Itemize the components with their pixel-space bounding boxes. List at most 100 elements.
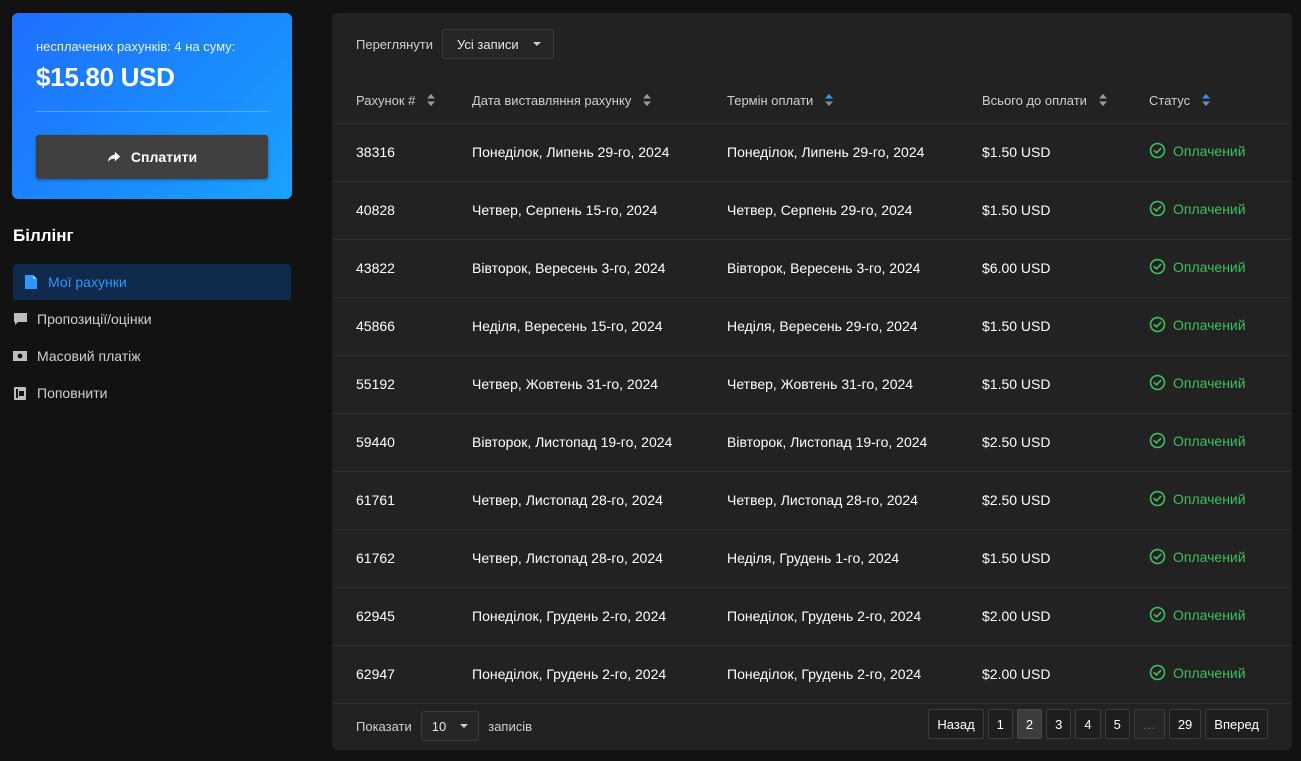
due-date-cell: Понеділок, Грудень 2-го, 2024 (727, 645, 982, 704)
total-cell: $2.50 USD (982, 413, 1149, 472)
total-cell: $2.50 USD (982, 471, 1149, 530)
column-header-label: Статус (1149, 92, 1191, 108)
table-row[interactable]: 45866 Неділя, Вересень 15-го, 2024 Неділя,… (332, 297, 1292, 356)
due-date-cell: Четвер, Жовтень 31-го, 2024 (727, 355, 982, 414)
table-row[interactable]: 59440 Вівторок, Листопад 19-го, 2024 Вівто… (332, 413, 1292, 472)
issue-date-cell: Вівторок, Листопад 19-го, 2024 (472, 413, 727, 472)
column-header-label: Дата виставляння рахунку (472, 92, 632, 108)
status-label: Оплачений (1173, 374, 1246, 391)
table-row[interactable]: 61762 Четвер, Листопад 28-го, 2024 Неділя,… (332, 529, 1292, 588)
due-date-cell: Вівторок, Листопад 19-го, 2024 (727, 413, 982, 472)
page-size-select[interactable]: 10 (420, 711, 480, 741)
due-date-cell: Четвер, Серпень 29-го, 2024 (727, 181, 982, 240)
status-label: Оплачений (1173, 664, 1246, 681)
status-label: Оплачений (1173, 490, 1246, 507)
filter-select[interactable]: Усі записи (442, 29, 554, 59)
table-row[interactable]: 62945 Понеділок, Грудень 2-го, 2024 Понеді… (332, 587, 1292, 646)
status-label: Оплачений (1173, 432, 1246, 449)
total-cell: $2.00 USD (982, 645, 1149, 704)
check-circle-icon (1149, 374, 1166, 391)
money-icon (13, 349, 27, 363)
invoice-number-cell[interactable]: 61761 (332, 471, 472, 530)
column-header-due-date[interactable]: Термін оплати (727, 79, 982, 124)
column-header-invoice-number[interactable]: Рахунок # (332, 79, 472, 124)
page-button-5[interactable]: 5 (1104, 709, 1130, 739)
issue-date-cell: Понеділок, Грудень 2-го, 2024 (472, 587, 727, 646)
status-cell: Оплачений (1149, 413, 1292, 472)
status-badge: Оплачений (1149, 432, 1246, 449)
invoice-number-cell[interactable]: 62947 (332, 645, 472, 704)
invoices-table: Рахунок # Дата виставляння рахунку Термі… (332, 79, 1292, 704)
records-label: записів (488, 718, 533, 734)
table-footer: Показати 10 записів Назад 1 2 3 4 5… 29 Вперед (356, 709, 1268, 742)
page-size-row: Показати 10 записів (356, 710, 532, 742)
status-cell: Оплачений (1149, 123, 1292, 182)
column-header-label: Рахунок # (356, 92, 416, 108)
table-row[interactable]: 40828 Четвер, Серпень 15-го, 2024 Четвер, … (332, 181, 1292, 240)
table-row[interactable]: 62947 Понеділок, Грудень 2-го, 2024 Понеді… (332, 645, 1292, 704)
table-row[interactable]: 38316 Понеділок, Липень 29-го, 2024 Понеді… (332, 123, 1292, 182)
check-circle-icon (1149, 606, 1166, 623)
sidebar-item-label: Поповнити (37, 385, 108, 401)
status-label: Оплачений (1173, 200, 1246, 217)
sort-icon (642, 93, 651, 109)
column-header-total[interactable]: Всього до оплати (982, 79, 1149, 124)
page-button-29[interactable]: 29 (1168, 709, 1202, 739)
status-cell: Оплачений (1149, 355, 1292, 414)
sidebar-item-my-invoices[interactable]: Мої рахунки (13, 264, 291, 300)
page-button-4[interactable]: 4 (1075, 709, 1101, 739)
check-circle-icon (1149, 258, 1166, 275)
pay-button[interactable]: Сплатити (36, 135, 268, 179)
table-row[interactable]: 61761 Четвер, Листопад 28-го, 2024 Четвер,… (332, 471, 1292, 530)
pay-button-label: Сплатити (130, 149, 198, 165)
status-badge: Оплачений (1149, 548, 1246, 565)
status-label: Оплачений (1173, 316, 1246, 333)
show-label: Показати (356, 718, 412, 734)
invoice-number-cell[interactable]: 38316 (332, 123, 472, 182)
status-label: Оплачений (1173, 548, 1246, 565)
due-date-cell: Понеділок, Грудень 2-го, 2024 (727, 587, 982, 646)
invoice-number-cell[interactable]: 55192 (332, 355, 472, 414)
check-circle-icon (1149, 548, 1166, 565)
status-badge: Оплачений (1149, 664, 1246, 681)
page-button-3[interactable]: 3 (1046, 709, 1072, 739)
invoice-number-cell[interactable]: 62945 (332, 587, 472, 646)
invoice-number-cell[interactable]: 61762 (332, 529, 472, 588)
unpaid-summary-amount: $15.80 USD (36, 62, 175, 92)
column-header-label: Термін оплати (727, 92, 814, 108)
column-header-status[interactable]: Статус (1149, 79, 1292, 124)
total-cell: $1.50 USD (982, 123, 1149, 182)
issue-date-cell: Четвер, Жовтень 31-го, 2024 (472, 355, 727, 414)
prev-page-button[interactable]: Назад (928, 709, 984, 739)
next-page-button[interactable]: Вперед (1205, 709, 1268, 739)
status-label: Оплачений (1173, 606, 1246, 623)
sidebar-item-top-up[interactable]: Поповнити (13, 375, 291, 411)
table-row[interactable]: 55192 Четвер, Жовтень 31-го, 2024 Четвер, … (332, 355, 1292, 414)
invoice-number-cell[interactable]: 45866 (332, 297, 472, 356)
status-badge: Оплачений (1149, 142, 1246, 159)
check-circle-icon (1149, 200, 1166, 217)
total-cell: $1.50 USD (982, 529, 1149, 588)
status-label: Оплачений (1173, 142, 1246, 159)
column-header-issue-date[interactable]: Дата виставляння рахунку (472, 79, 727, 124)
table-row[interactable]: 43822 Вівторок, Вересень 3-го, 2024 Вівтор… (332, 239, 1292, 298)
total-cell: $2.00 USD (982, 587, 1149, 646)
filter-select-value: Усі записи (457, 36, 519, 52)
sidebar-item-mass-payment[interactable]: Масовий платіж (13, 338, 291, 374)
status-label: Оплачений (1173, 258, 1246, 275)
filter-label: Переглянути (356, 36, 434, 52)
issue-date-cell: Четвер, Серпень 15-го, 2024 (472, 181, 727, 240)
page-button-1[interactable]: 1 (987, 709, 1013, 739)
page-size-value: 10 (431, 718, 447, 734)
issue-date-cell: Вівторок, Вересень 3-го, 2024 (472, 239, 727, 298)
total-cell: $1.50 USD (982, 181, 1149, 240)
invoice-number-cell[interactable]: 40828 (332, 181, 472, 240)
check-circle-icon (1149, 664, 1166, 681)
invoice-number-cell[interactable]: 43822 (332, 239, 472, 298)
sort-icon (427, 93, 436, 109)
sidebar-item-quotes[interactable]: Пропозиції/оцінки (13, 301, 291, 337)
status-cell: Оплачений (1149, 297, 1292, 356)
page-button-2[interactable]: 2 (1016, 709, 1043, 739)
document-icon (24, 275, 38, 289)
invoice-number-cell[interactable]: 59440 (332, 413, 472, 472)
